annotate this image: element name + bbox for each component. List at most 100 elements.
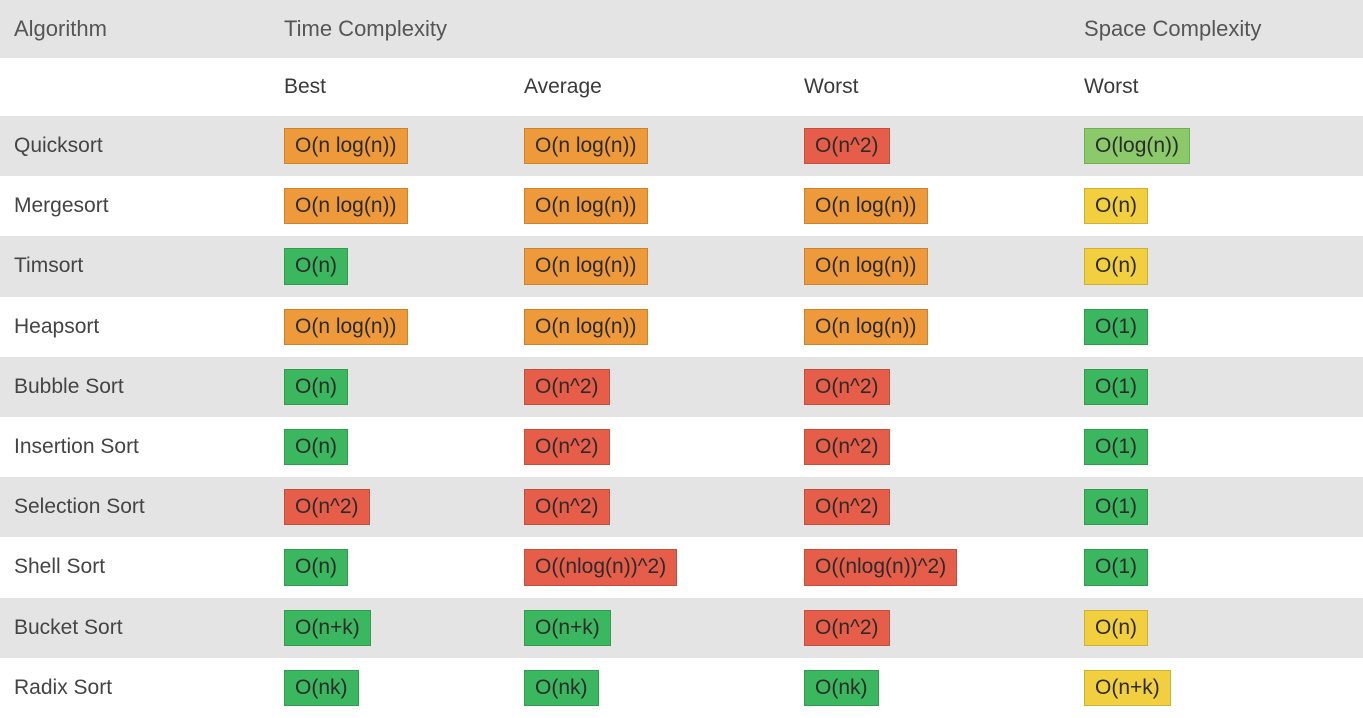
col-subheader-blank [0, 58, 270, 116]
complexity-chip: O(n log(n)) [284, 188, 408, 224]
algorithm-name: Shell Sort [0, 537, 270, 597]
complexity-chip: O(n log(n)) [524, 188, 648, 224]
complexity-chip: O((nlog(n))^2) [804, 549, 957, 585]
col-header-time: Time Complexity [270, 0, 1070, 58]
cell-time-worst: O(n^2) [790, 477, 1070, 537]
table-row: Bubble Sort O(n) O(n^2) O(n^2) O(1) [0, 357, 1363, 417]
complexity-chip: O(n^2) [804, 429, 890, 465]
complexity-chip: O(n+k) [1084, 670, 1171, 706]
cell-time-worst: O(n^2) [790, 357, 1070, 417]
cell-time-average: O(n+k) [510, 598, 790, 658]
complexity-chip: O(n+k) [284, 610, 371, 646]
complexity-chip: O(n^2) [524, 489, 610, 525]
cell-time-best: O(n) [270, 537, 510, 597]
col-header-algorithm: Algorithm [0, 0, 270, 58]
cell-time-best: O(n log(n)) [270, 176, 510, 236]
algorithm-name: Quicksort [0, 116, 270, 176]
cell-space-worst: O(1) [1070, 477, 1363, 537]
col-subheader-worst: Worst [790, 58, 1070, 116]
cell-time-best: O(n log(n)) [270, 297, 510, 357]
complexity-chip: O(nk) [284, 670, 359, 706]
cell-space-worst: O(n) [1070, 236, 1363, 296]
complexity-chip: O(n log(n)) [804, 309, 928, 345]
complexity-chip: O((nlog(n))^2) [524, 549, 677, 585]
complexity-chip: O(n) [284, 549, 348, 585]
complexity-chip: O(n^2) [804, 128, 890, 164]
complexity-chip: O(1) [1084, 369, 1148, 405]
cell-time-average: O(n log(n)) [510, 297, 790, 357]
complexity-chip: O(n) [1084, 188, 1148, 224]
complexity-chip: O(n^2) [804, 610, 890, 646]
col-subheader-space-worst: Worst [1070, 58, 1363, 116]
complexity-chip: O(n^2) [524, 429, 610, 465]
algorithm-name: Heapsort [0, 297, 270, 357]
complexity-chip: O(n^2) [804, 369, 890, 405]
algorithm-name: Timsort [0, 236, 270, 296]
complexity-chip: O(n) [1084, 610, 1148, 646]
complexity-chip: O(n+k) [524, 610, 611, 646]
cell-time-average: O(n^2) [510, 477, 790, 537]
complexity-chip: O(n) [284, 248, 348, 284]
col-subheader-average: Average [510, 58, 790, 116]
algorithm-name: Mergesort [0, 176, 270, 236]
complexity-chip: O(n^2) [804, 489, 890, 525]
complexity-chip: O(nk) [524, 670, 599, 706]
complexity-chip: O(n log(n)) [524, 128, 648, 164]
cell-time-best: O(nk) [270, 658, 510, 718]
complexity-chip: O(1) [1084, 309, 1148, 345]
cell-time-worst: O(n log(n)) [790, 236, 1070, 296]
complexity-chip: O(n log(n)) [284, 128, 408, 164]
cell-time-best: O(n) [270, 236, 510, 296]
cell-space-worst: O(n) [1070, 176, 1363, 236]
cell-time-average: O(n^2) [510, 417, 790, 477]
cell-time-worst: O(n^2) [790, 116, 1070, 176]
table-header-sub: Best Average Worst Worst [0, 58, 1363, 116]
cell-time-worst: O(n^2) [790, 598, 1070, 658]
table-header-groups: Algorithm Time Complexity Space Complexi… [0, 0, 1363, 58]
cell-time-best: O(n) [270, 417, 510, 477]
cell-time-average: O(nk) [510, 658, 790, 718]
complexity-chip: O(n log(n)) [804, 248, 928, 284]
table-row: Mergesort O(n log(n)) O(n log(n)) O(n log(n… [0, 176, 1363, 236]
table-row: Insertion Sort O(n) O(n^2) O(n^2) O(1) [0, 417, 1363, 477]
cell-space-worst: O(1) [1070, 297, 1363, 357]
algorithm-name: Radix Sort [0, 658, 270, 718]
cell-time-worst: O(n log(n)) [790, 297, 1070, 357]
algorithm-name: Insertion Sort [0, 417, 270, 477]
complexity-chip: O(n) [1084, 248, 1148, 284]
complexity-chip: O(1) [1084, 429, 1148, 465]
col-subheader-best: Best [270, 58, 510, 116]
cell-time-best: O(n^2) [270, 477, 510, 537]
complexity-chip: O(log(n)) [1084, 128, 1190, 164]
complexity-chip: O(n^2) [284, 489, 370, 525]
cell-time-average: O(n log(n)) [510, 176, 790, 236]
complexity-chip: O(n log(n)) [284, 309, 408, 345]
complexity-chip: O(n log(n)) [804, 188, 928, 224]
complexity-chip: O(1) [1084, 489, 1148, 525]
algorithm-name: Bubble Sort [0, 357, 270, 417]
algorithm-name: Selection Sort [0, 477, 270, 537]
cell-time-average: O((nlog(n))^2) [510, 537, 790, 597]
complexity-chip: O(n^2) [524, 369, 610, 405]
cell-time-best: O(n+k) [270, 598, 510, 658]
cell-space-worst: O(1) [1070, 417, 1363, 477]
table-row: Heapsort O(n log(n)) O(n log(n)) O(n log(n)… [0, 297, 1363, 357]
complexity-table: Algorithm Time Complexity Space Complexi… [0, 0, 1363, 718]
cell-space-worst: O(1) [1070, 537, 1363, 597]
cell-time-worst: O(nk) [790, 658, 1070, 718]
cell-time-worst: O(n^2) [790, 417, 1070, 477]
complexity-chip: O(n) [284, 429, 348, 465]
complexity-chip: O(n) [284, 369, 348, 405]
complexity-chip: O(n log(n)) [524, 248, 648, 284]
cell-time-average: O(n log(n)) [510, 116, 790, 176]
cell-time-worst: O((nlog(n))^2) [790, 537, 1070, 597]
cell-time-average: O(n log(n)) [510, 236, 790, 296]
cell-space-worst: O(1) [1070, 357, 1363, 417]
table-row: Selection Sort O(n^2) O(n^2) O(n^2) O(1) [0, 477, 1363, 537]
table-row: Timsort O(n) O(n log(n)) O(n log(n)) O(n) [0, 236, 1363, 296]
complexity-chip: O(nk) [804, 670, 879, 706]
cell-time-average: O(n^2) [510, 357, 790, 417]
cell-space-worst: O(n) [1070, 598, 1363, 658]
table-row: Bucket SortO(n+k)O(n+k)O(n^2)O(n) [0, 598, 1363, 658]
table-row: Quicksort O(n log(n)) O(n log(n)) O(n^2) O(l… [0, 116, 1363, 176]
